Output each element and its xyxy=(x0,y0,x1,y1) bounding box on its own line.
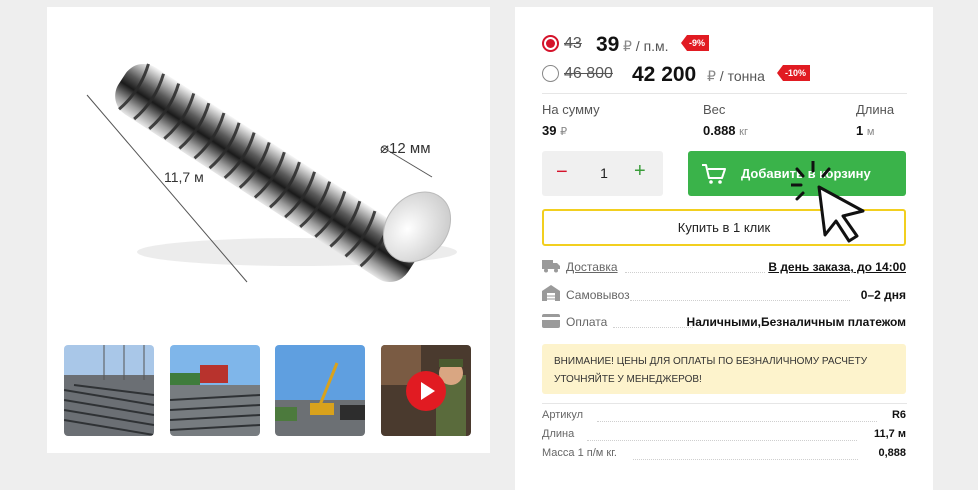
thumb-rebar-stack-1[interactable] xyxy=(64,345,154,436)
thumb-rebar-stack-2[interactable] xyxy=(170,345,260,436)
price-option-per-ton-radio[interactable] xyxy=(542,65,559,82)
length-value: 1 м xyxy=(856,123,874,138)
sum-unit: ₽ xyxy=(560,126,568,138)
pickup-value: 0–2 дня xyxy=(860,288,906,302)
weight-number: 0.888 xyxy=(703,123,736,138)
weight-unit: кг xyxy=(739,126,748,138)
purchase-panel: 43 39 ₽ / п.м. -9% 46 800 42 200 ₽ / тон… xyxy=(515,7,933,490)
spec-label-mass: Масса 1 п/м кг. xyxy=(542,447,617,459)
click-cursor-icon xyxy=(791,161,865,243)
thumb-video-manager[interactable] xyxy=(381,345,471,436)
length-dimension-label: 11,7 м xyxy=(164,169,204,185)
increase-quantity-button[interactable]: + xyxy=(634,160,646,183)
delivery-value[interactable]: В день заказа, до 14:00 xyxy=(768,260,906,274)
spec-value-mass: 0,888 xyxy=(878,447,906,459)
payment-value: Наличными,Безналичным платежом xyxy=(686,315,906,329)
divider xyxy=(542,93,907,94)
unit-per-ton-label: / тонна xyxy=(715,68,765,84)
decrease-quantity-button[interactable]: − xyxy=(556,161,568,184)
weight-value: 0.888 кг xyxy=(703,123,748,138)
price-per-meter: 39 xyxy=(596,33,620,56)
leader-dots xyxy=(633,459,858,460)
divider xyxy=(542,403,907,404)
warehouse-icon xyxy=(542,285,560,301)
old-price-per-meter: 43 xyxy=(564,35,582,52)
thumb-crane-yard[interactable] xyxy=(275,345,365,436)
leader-dots xyxy=(630,300,850,301)
cashless-price-notice: ВНИМАНИЕ! ЦЕНЫ ДЛЯ ОПЛАТЫ ПО БЕЗНАЛИЧНОМ… xyxy=(542,344,906,394)
unit-per-ton: ₽ / тонна xyxy=(707,68,765,85)
spec-value-article: R6 xyxy=(891,409,906,421)
sum-number: 39 xyxy=(542,123,557,138)
sum-label: На сумму xyxy=(542,102,600,117)
unit-per-meter-label: / п.м. xyxy=(631,38,669,54)
spec-label-article: Артикул xyxy=(542,409,584,421)
leader-dots xyxy=(625,272,765,273)
leader-dots xyxy=(597,421,877,422)
card-icon xyxy=(542,314,560,328)
sum-value: 39 ₽ xyxy=(542,123,567,138)
discount-badge-per-meter: -9% xyxy=(681,35,710,51)
length-label: Длина xyxy=(856,102,895,117)
weight-label: Вес xyxy=(703,102,726,117)
currency-symbol: ₽ xyxy=(623,38,632,54)
pickup-label: Самовывоз xyxy=(566,288,630,302)
main-product-image[interactable]: 11,7 м ⌀12 мм xyxy=(67,37,467,317)
old-price-per-ton: 46 800 xyxy=(564,65,613,82)
diameter-dimension-label: ⌀12 мм xyxy=(380,140,431,157)
spec-value-length: 11,7 м xyxy=(874,428,906,440)
currency-symbol: ₽ xyxy=(707,68,716,84)
rebar-illustration xyxy=(86,63,457,283)
product-gallery: 11,7 м ⌀12 мм xyxy=(47,7,490,453)
unit-per-meter: ₽ / п.м. xyxy=(623,38,669,55)
truck-icon xyxy=(542,260,560,273)
delivery-link[interactable]: Доставка xyxy=(566,260,618,274)
length-number: 1 xyxy=(856,123,864,138)
cart-icon xyxy=(702,164,726,184)
quantity-stepper: − 1 + xyxy=(542,151,663,196)
quantity-value[interactable]: 1 xyxy=(598,165,610,181)
payment-label: Оплата xyxy=(566,315,608,329)
leader-dots xyxy=(587,440,857,441)
length-unit: м xyxy=(866,126,875,138)
discount-badge-per-ton: -10% xyxy=(777,65,811,81)
spec-label-length: Длина xyxy=(542,428,575,440)
play-icon[interactable] xyxy=(406,371,446,411)
leader-dots xyxy=(613,327,693,328)
price-per-ton: 42 200 xyxy=(632,63,697,86)
price-option-per-meter-radio[interactable] xyxy=(542,35,559,52)
